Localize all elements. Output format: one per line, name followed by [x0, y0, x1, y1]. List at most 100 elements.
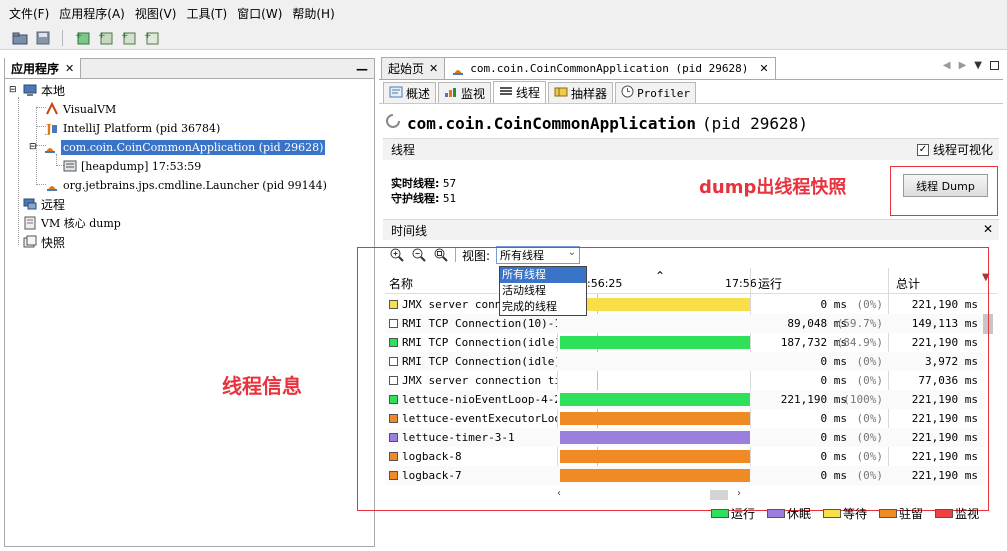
threads-section-title: 线程: [391, 143, 416, 157]
live-threads-label: 实时线程:: [391, 177, 440, 190]
core-dump-icon: [23, 216, 37, 230]
save-icon[interactable]: [33, 29, 52, 47]
daemon-threads-label: 守护线程:: [391, 192, 440, 205]
menu-view[interactable]: 视图(V): [130, 5, 182, 22]
legend-monitor-swatch: [935, 509, 954, 518]
tab-navigation: ◀ ▶ ▼: [943, 60, 999, 71]
annotation-threads-box: [357, 247, 989, 511]
thread-stats: 实时线程: 57 守护线程: 51: [391, 176, 456, 206]
heapdump-icon: [63, 159, 77, 173]
tree-node-vm-core-dump[interactable]: VM 核心 dump: [23, 214, 121, 232]
live-threads-row: 实时线程: 57: [391, 176, 456, 191]
live-threads-value: 57: [442, 177, 457, 190]
tab-applications[interactable]: 应用程序 ✕: [5, 58, 82, 78]
add-snapshot-icon[interactable]: +: [119, 29, 138, 47]
close-icon[interactable]: ✕: [983, 222, 993, 236]
collapse-icon[interactable]: ⊟: [9, 85, 19, 95]
tab-profiler-label: Profiler: [637, 86, 691, 100]
java-icon: J: [45, 121, 59, 135]
tab-application-label: com.coin.CoinCommonApplication (pid 2962…: [470, 62, 749, 75]
legend-sleeping-label: 休眠: [787, 507, 812, 521]
legend-parked: 驻留: [879, 505, 923, 522]
view-tabbar: 概述 监视 线程 抽样器 Profiler: [379, 80, 1003, 104]
thread-visualization-checkbox[interactable]: ✓: [916, 143, 929, 156]
tree-label-visualvm: VisualVM: [63, 102, 117, 116]
view-option[interactable]: 完成的线程: [500, 299, 586, 315]
tab-overview[interactable]: 概述: [383, 82, 437, 103]
menu-help[interactable]: 帮助(H): [287, 5, 339, 22]
tree-node-app-selected[interactable]: ⊟ com.coin.CoinCommonApplication (pid 29…: [29, 138, 326, 156]
applications-tabbar: 应用程序 ✕ —: [5, 58, 374, 79]
open-icon[interactable]: [10, 29, 29, 47]
tree-label-remote: 远程: [41, 197, 66, 212]
loading-spinner-icon: [385, 113, 401, 133]
svg-text:+: +: [144, 31, 152, 41]
menu-bar: 文件(F) 应用程序(A) 视图(V) 工具(T) 窗口(W) 帮助(H): [0, 0, 1007, 26]
legend-running-swatch: [711, 509, 729, 518]
tab-sampler[interactable]: 抽样器: [548, 82, 614, 103]
close-icon[interactable]: ✕: [429, 62, 438, 75]
minimize-icon[interactable]: —: [356, 62, 368, 76]
tree-node-visualvm[interactable]: VisualVM: [45, 100, 116, 118]
annotation-dump: dump出线程快照: [699, 177, 847, 198]
tree-label-launcher: org.jetbrains.jps.cmdline.Launcher (pid …: [63, 178, 327, 192]
java-process-icon: [45, 178, 59, 192]
svg-text:+: +: [75, 31, 83, 41]
menu-file[interactable]: 文件(F): [4, 5, 54, 22]
tree-label-vm-core-dump: VM 核心 dump: [41, 217, 121, 230]
visualvm-icon: [45, 102, 59, 116]
tree-node-heapdump[interactable]: [heapdump] 17:53:59: [63, 157, 201, 175]
annotation-threads: 线程信息: [222, 374, 302, 398]
tab-threads[interactable]: 线程: [493, 81, 547, 103]
applications-panel: 应用程序 ✕ — ⊟ 本地 VisualVM J IntelliJ Platfo…: [4, 58, 375, 547]
tree-node-local[interactable]: ⊟ 本地: [9, 81, 65, 99]
svg-text:J: J: [45, 122, 52, 135]
add-core-dump-icon[interactable]: +: [96, 29, 115, 47]
tab-list-icon[interactable]: ▼: [974, 60, 982, 71]
menu-application[interactable]: 应用程序(A): [54, 5, 130, 22]
legend-running: 运行: [711, 505, 755, 522]
tab-threads-label: 线程: [516, 86, 541, 100]
remote-icon: [23, 197, 37, 211]
legend-waiting-swatch: [823, 509, 842, 518]
view-option[interactable]: 所有线程: [500, 267, 586, 283]
java-process-icon: [43, 140, 57, 154]
tab-monitor[interactable]: 监视: [438, 82, 492, 103]
view-option[interactable]: 活动线程: [500, 283, 586, 299]
legend-monitor: 监视: [935, 505, 979, 522]
tab-start-page-label: 起始页: [388, 62, 425, 76]
tree-label-app: com.coin.CoinCommonApplication (pid 2962…: [61, 139, 326, 155]
threads-icon: [499, 85, 513, 100]
legend-waiting-label: 等待: [843, 507, 868, 521]
collapse-icon[interactable]: ⊟: [29, 142, 39, 152]
add-jmx-icon[interactable]: +: [73, 29, 92, 47]
tab-start-page[interactable]: 起始页 ✕: [381, 57, 446, 79]
daemon-threads-row: 守护线程: 51: [391, 191, 456, 206]
profiler-icon: [621, 85, 634, 101]
tree-node-intellij[interactable]: J IntelliJ Platform (pid 36784): [45, 119, 220, 137]
tab-monitor-label: 监视: [461, 86, 486, 101]
scroll-left-icon[interactable]: ◀: [943, 60, 951, 71]
tree-node-remote[interactable]: 远程: [23, 195, 65, 213]
legend-sleeping-swatch: [767, 509, 786, 518]
tree-label-local: 本地: [41, 83, 66, 98]
tab-application[interactable]: com.coin.CoinCommonApplication (pid 2962…: [444, 57, 776, 79]
daemon-threads-value: 51: [442, 192, 457, 205]
tree-guide-line: [18, 97, 19, 245]
legend-waiting: 等待: [823, 505, 867, 522]
tab-profiler[interactable]: Profiler: [615, 82, 697, 103]
thread-dump-button[interactable]: 线程 Dump: [903, 174, 988, 197]
close-icon[interactable]: ✕: [65, 62, 74, 75]
document-tabbar: 起始页 ✕ com.coin.CoinCommonApplication (pi…: [379, 57, 1003, 80]
thread-visualization-label: 线程可视化: [932, 143, 993, 157]
thread-visualization-toggle[interactable]: ✓ 线程可视化: [916, 141, 993, 158]
tree-node-launcher[interactable]: org.jetbrains.jps.cmdline.Launcher (pid …: [45, 176, 327, 194]
menu-window[interactable]: 窗口(W): [232, 5, 287, 22]
close-icon[interactable]: ✕: [759, 62, 768, 75]
scroll-right-icon[interactable]: ▶: [959, 60, 967, 71]
tree-node-snapshots[interactable]: 快照: [23, 233, 65, 251]
snapshot-icon: [23, 235, 37, 249]
menu-tools[interactable]: 工具(T): [181, 5, 232, 22]
compare-snapshot-icon[interactable]: +: [142, 29, 161, 47]
maximize-icon[interactable]: [990, 61, 999, 70]
